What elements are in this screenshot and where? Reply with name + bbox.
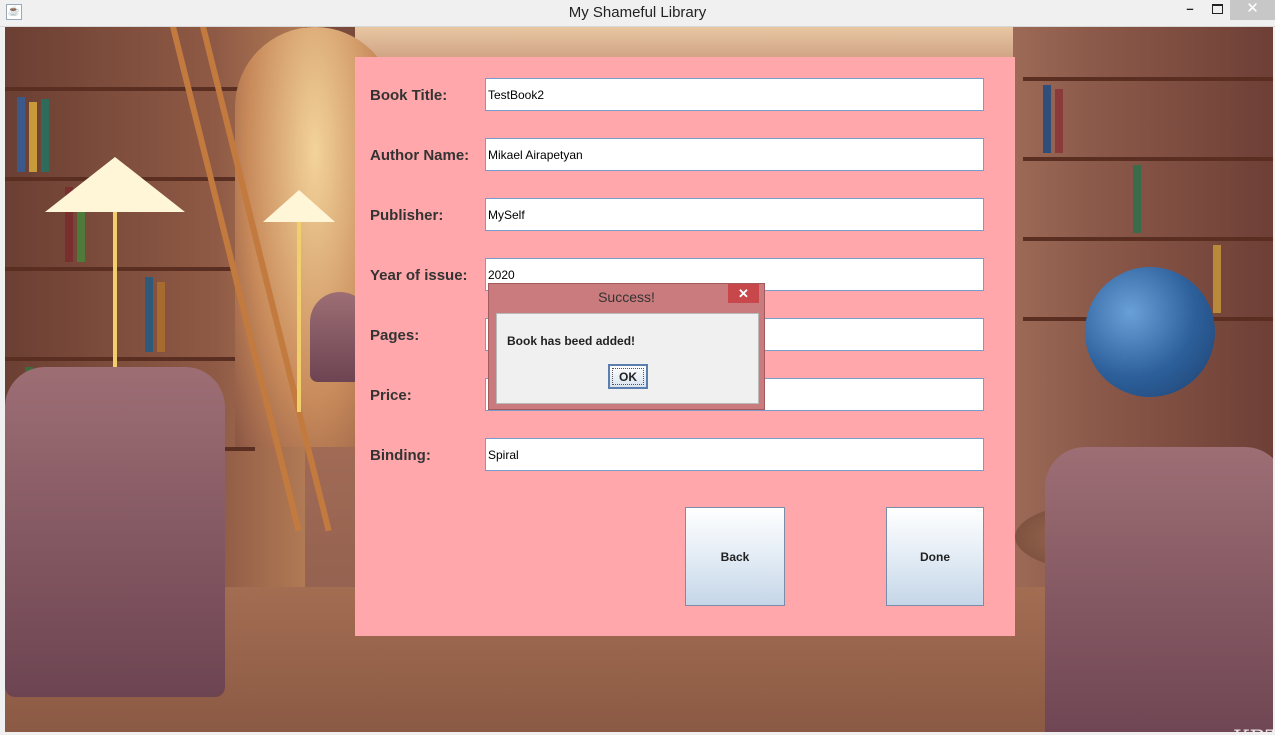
globe (1085, 267, 1215, 397)
binding-label: Binding: (370, 447, 431, 464)
dialog-body: Book has beed added! OK (496, 313, 759, 404)
window-close-button[interactable]: ✕ (1230, 0, 1275, 20)
ok-button[interactable]: OK (608, 364, 648, 389)
book-title-input[interactable] (485, 78, 984, 111)
armchair-left (5, 367, 225, 697)
done-button[interactable]: Done (886, 507, 984, 606)
maximize-icon (1211, 4, 1223, 14)
artist-signature: KRT (1233, 727, 1273, 732)
author-name-input[interactable] (485, 138, 984, 171)
close-icon: ✕ (738, 286, 749, 301)
close-icon: ✕ (1246, 0, 1259, 17)
binding-input[interactable] (485, 438, 984, 471)
publisher-input[interactable] (485, 198, 984, 231)
price-label: Price: (370, 387, 412, 404)
dialog-title: Success! (598, 289, 655, 305)
success-dialog: Success! ✕ Book has beed added! OK (488, 283, 765, 410)
pages-label: Pages: (370, 327, 420, 344)
window-title: My Shameful Library (568, 4, 707, 21)
back-button[interactable]: Back (685, 507, 785, 606)
minimize-icon: – (1186, 1, 1194, 16)
maximize-button[interactable] (1204, 0, 1230, 20)
author-name-label: Author Name: (370, 147, 470, 164)
book-title-label: Book Title: (370, 87, 448, 104)
title-bar: ☕ My Shameful Library – ✕ (0, 0, 1275, 27)
dialog-close-button[interactable]: ✕ (728, 284, 759, 303)
publisher-label: Publisher: (370, 207, 444, 224)
minimize-button[interactable]: – (1176, 0, 1204, 20)
year-of-issue-label: Year of issue: (370, 267, 468, 284)
armchair-right (1045, 447, 1273, 732)
floor-lamp-small (263, 190, 335, 412)
floor-lamp (45, 157, 185, 552)
dialog-message: Book has beed added! (507, 334, 636, 348)
